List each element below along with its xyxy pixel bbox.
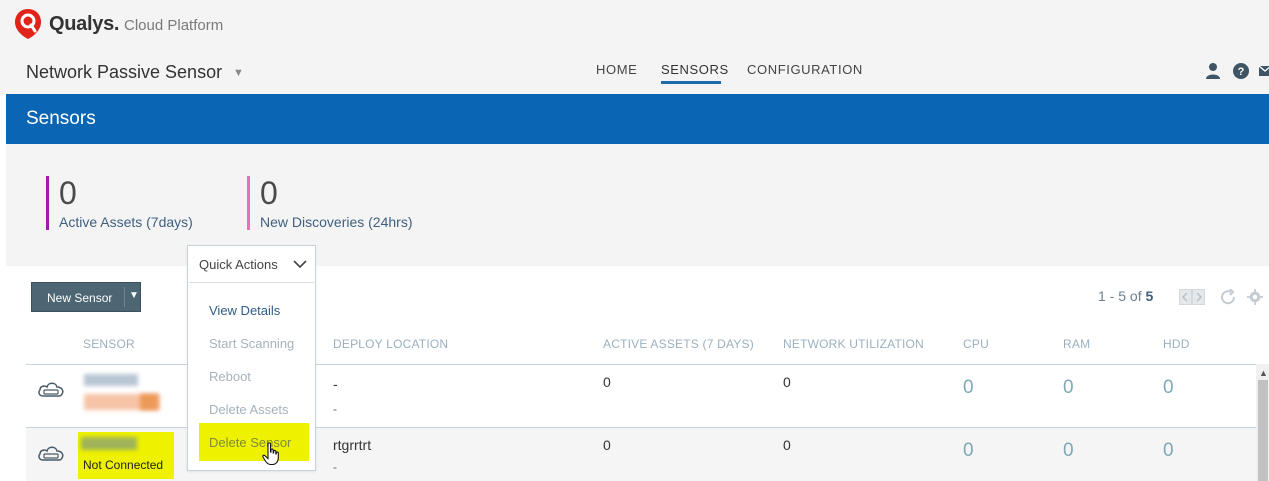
hand-pointer-cursor-icon xyxy=(262,442,279,466)
hdd-cell: 0 xyxy=(1163,377,1174,398)
active-assets-value: 0 xyxy=(59,175,77,211)
active-assets-cell: 0 xyxy=(603,374,611,390)
brand-product: Cloud Platform xyxy=(124,17,224,34)
active-assets-label[interactable]: Active Assets (7days) xyxy=(59,214,193,230)
chevron-down-icon[interactable] xyxy=(292,257,308,271)
page-header: Sensors xyxy=(6,94,1269,144)
sensor-cloud-icon xyxy=(38,446,64,461)
deploy-location: rtgrrtrt xyxy=(333,437,372,453)
menu-item-view-details[interactable]: View Details xyxy=(209,303,280,318)
nav-home[interactable]: HOME xyxy=(596,62,637,77)
sensor-status-redacted-mark xyxy=(140,394,158,410)
menu-item-start-scanning[interactable]: Start Scanning xyxy=(209,336,294,351)
new-discoveries-value: 0 xyxy=(260,175,278,211)
new-discoveries-accent xyxy=(247,176,250,230)
nav-active-underline xyxy=(661,81,721,84)
scrollbar-thumb[interactable] xyxy=(1258,380,1268,481)
active-assets-cell: 0 xyxy=(603,437,611,453)
deploy-location: - xyxy=(333,376,338,392)
network-utilization-cell: 0 xyxy=(783,374,791,390)
new-sensor-label: New Sensor xyxy=(47,291,113,305)
ram-cell: 0 xyxy=(1063,377,1074,398)
cpu-cell: 0 xyxy=(963,377,974,398)
svg-text:?: ? xyxy=(1238,66,1245,78)
column-header-sensor[interactable]: SENSOR xyxy=(83,337,135,351)
sensor-name-redacted[interactable] xyxy=(84,374,138,386)
user-icon[interactable] xyxy=(1204,62,1222,80)
pagination-range: 1 - 5 of xyxy=(1098,288,1142,304)
column-header-cpu[interactable]: CPU xyxy=(963,337,989,351)
deploy-location-sub: - xyxy=(333,460,337,474)
sensor-status: Not Connected xyxy=(83,458,164,472)
network-utilization-cell: 0 xyxy=(783,437,791,453)
qualys-logo-icon[interactable] xyxy=(13,8,43,40)
column-header-ram[interactable]: RAM xyxy=(1063,337,1090,351)
new-sensor-caret-icon[interactable]: ▼ xyxy=(129,290,139,301)
sensor-cloud-icon xyxy=(38,382,64,397)
deploy-location-sub: - xyxy=(333,402,337,416)
page-prev-next-icon[interactable] xyxy=(1179,289,1205,305)
quick-actions-label[interactable]: Quick Actions xyxy=(199,257,278,272)
pagination-info: 1 - 5 of 5 xyxy=(1098,288,1153,304)
pagination-total: 5 xyxy=(1145,288,1154,304)
active-assets-accent xyxy=(46,176,49,230)
page-title: Sensors xyxy=(26,108,96,129)
column-header-network-utilization[interactable]: NETWORK UTILIZATION xyxy=(783,337,924,351)
column-header-deploy-location[interactable]: DEPLOY LOCATION xyxy=(333,337,448,351)
column-header-hdd[interactable]: HDD xyxy=(1163,337,1190,351)
nav-sensors[interactable]: SENSORS xyxy=(661,62,729,77)
brand-name: Qualys. xyxy=(49,13,120,35)
app-title[interactable]: Network Passive Sensor xyxy=(26,62,222,83)
app-header: Network Passive Sensor ▼ HOME SENSORS CO… xyxy=(0,50,1269,94)
cpu-cell: 0 xyxy=(963,440,974,461)
settings-gear-icon[interactable] xyxy=(1246,289,1264,305)
menu-item-reboot[interactable]: Reboot xyxy=(209,369,251,384)
new-discoveries-label[interactable]: New Discoveries (24hrs) xyxy=(260,214,412,230)
nav-configuration[interactable]: CONFIGURATION xyxy=(747,62,863,77)
sensor-name-redacted[interactable] xyxy=(81,437,137,450)
menu-item-delete-assets[interactable]: Delete Assets xyxy=(209,402,289,417)
refresh-icon[interactable] xyxy=(1220,289,1238,305)
ram-cell: 0 xyxy=(1063,440,1074,461)
app-switcher-caret-icon[interactable]: ▼ xyxy=(233,67,244,79)
mail-icon[interactable] xyxy=(1259,62,1269,80)
brand-bar: Qualys. Cloud Platform xyxy=(0,0,1269,50)
column-header-active-assets[interactable]: ACTIVE ASSETS (7 DAYS) xyxy=(603,337,754,351)
help-icon[interactable]: ? xyxy=(1232,62,1250,80)
hdd-cell: 0 xyxy=(1163,440,1174,461)
button-divider xyxy=(124,287,125,307)
scroll-up-arrow-icon[interactable]: ▲ xyxy=(1259,368,1268,378)
new-sensor-button[interactable]: New Sensor ▼ xyxy=(31,282,141,312)
